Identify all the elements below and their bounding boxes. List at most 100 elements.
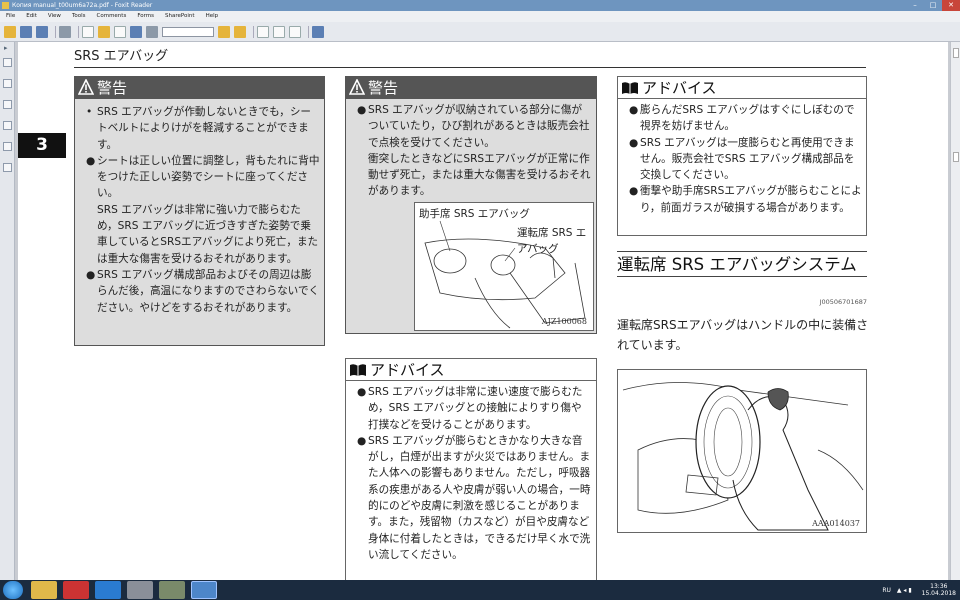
app-icon[interactable] [127,581,153,599]
actual-size-icon[interactable] [289,25,301,38]
open-icon[interactable] [4,25,16,38]
advice-header: アドバイス [618,77,866,99]
menu-forms[interactable]: Forms [137,11,154,22]
toolbar-divider [55,25,56,38]
dashboard-illustration [424,220,586,329]
body-text: 運転席SRSエアバッグはハンドルの中に装備されています。 [617,318,869,352]
snapshot-icon[interactable] [130,25,142,38]
figure-code: AAA014037 [812,519,860,528]
close-button[interactable]: ✕ [942,0,960,11]
warning-item: ● SRS エアバッグが収納されている部分に傷がついていたり，ひび割れがあるときは… [357,104,590,149]
fit-page-icon[interactable] [257,25,269,38]
advice-item: ● SRS エアバッグは一度膨らむと再使用できません。販売会社でSRS エアバッグ… [629,136,855,182]
warning-triangle-icon [349,79,365,95]
advice-title: アドバイス [370,361,445,379]
pages-icon[interactable] [3,79,12,88]
taskbar: RU ▲ ◂ ▮ 13:36 15.04.2018 [0,580,960,600]
window-title: Копия manual_t00um6a72a.pdf - Foxit Read… [12,2,153,9]
app-icon[interactable] [159,581,185,599]
advice-item: ● SRS エアバッグは非常に速い速度で膨らむため，SRS エアバッグとの接触によ… [357,386,583,431]
save-icon[interactable] [20,25,32,38]
driver-airbag-figure: AAA014037 [617,369,867,533]
warning-header: 警告 [75,77,324,99]
driver-airbag-illustration [622,382,864,531]
advice-header: アドバイス [346,359,596,381]
menu-sharepoint[interactable]: SharePoint [165,11,195,22]
scroll-thumb[interactable] [953,152,959,162]
menu-view[interactable]: View [48,11,61,22]
book-icon [622,82,638,94]
warning-title: 警告 [368,79,399,97]
system-tray: RU ▲ ◂ ▮ 13:36 15.04.2018 [876,580,956,600]
scroll-up-button[interactable] [953,48,959,58]
layers-icon[interactable] [3,100,12,109]
ie-icon[interactable] [95,581,121,599]
warning-header: 警告 [346,77,596,99]
advice-box-2: アドバイス ● 膨らんだSRS エアバッグはすぐにしぼむので視界を妨げません。 ●… [617,76,867,236]
minimize-button[interactable]: – [906,0,924,11]
convert-icon[interactable] [312,25,324,38]
warning-item: ● SRS エアバッグ構成部品およびその周辺は膨らんだ後，高温になりますのでさわら… [86,268,320,314]
binoculars-icon[interactable] [146,25,158,38]
menu-help[interactable]: Help [206,11,219,22]
toolbar-divider [253,25,254,38]
language-indicator[interactable]: RU [882,587,891,594]
advice-item: ● 衝撃や助手席SRSエアバッグが膨らむことにより，前面ガラスが破損する場合があり… [629,185,862,214]
warning-item: • SRS エアバッグが作動しないときでも，シートベルトによりけがを軽減することが… [86,106,312,151]
expand-panel-icon[interactable]: ▸ [4,44,13,52]
clock-time: 13:36 [930,583,948,590]
advice-item: ● 膨らんだSRS エアバッグはすぐにしぼむので視界を妨げません。 [629,104,855,133]
hand-tool-icon[interactable] [98,25,110,38]
print-icon[interactable] [59,25,71,38]
clock-date: 15.04.2018 [921,590,956,597]
toolbar-divider [308,25,309,38]
book-icon [350,364,366,376]
select-text-icon[interactable] [114,25,126,38]
menu-tools[interactable]: Tools [72,11,86,22]
clock[interactable]: 13:36 15.04.2018 [922,583,956,597]
title-bar: Копия manual_t00um6a72a.pdf - Foxit Read… [0,0,960,11]
subsection-heading: 運転席 SRS エアバッグシステム [617,251,867,277]
opera-icon[interactable] [63,581,89,599]
menu-comments[interactable]: Comments [97,11,127,22]
warning-triangle-icon [78,79,94,95]
toolbar [0,22,960,42]
figure-code: AJZ100068 [541,317,587,326]
foxit-taskbar-icon[interactable] [191,581,217,599]
menu-bar: File Edit View Tools Comments Forms Shar… [0,11,960,22]
menu-edit[interactable]: Edit [26,11,37,22]
warning-item: ● シートは正しい位置に調整し，背もたれに背中をつけた正しい姿勢でシートに座ってく… [86,154,320,200]
toolbar-divider [78,25,79,38]
advice-item: ● SRS エアバッグが膨らむときかなり大きな音がし，白煙が出ますが火災ではありま… [357,434,591,561]
foxit-reader-window: Копия manual_t00um6a72a.pdf - Foxit Read… [0,0,960,600]
fit-width-icon[interactable] [273,25,285,38]
app-icon [2,2,9,9]
left-navigation-panel: ▸ [0,42,15,580]
passenger-airbag-label: 助手席 SRS エアバッグ [419,208,530,220]
prev-result-icon[interactable] [218,25,230,38]
explorer-icon[interactable] [31,581,57,599]
advice-box-1: アドバイス ● SRS エアバッグは非常に速い速度で膨らむため，SRS エアバッグ… [345,358,597,598]
tray-icons[interactable]: ▲ ◂ ▮ [897,587,912,594]
maximize-button[interactable]: □ [924,0,942,11]
advice-title: アドバイス [642,79,717,97]
section-title: SRS エアバッグ [74,48,866,68]
save-as-icon[interactable] [36,25,48,38]
attachments-icon[interactable] [3,142,12,151]
warning-item-continuation: SRS エアバッグは非常に強い力で膨らむため，SRS エアバッグに近づきすぎた姿… [97,203,319,265]
warning-box-1: 警告 • SRS エアバッグが作動しないときでも，シートベルトによりけがを軽減する… [74,76,325,346]
search-input[interactable] [162,26,214,37]
start-button[interactable] [3,581,23,599]
driver-airbag-label: 運転席 SRS エアバッグ [517,227,587,255]
warning-item-continuation: 衝突したときなどにSRSエアバッグが正常に作動せず死亡，または重大な傷害を受ける… [368,152,591,198]
menu-file[interactable]: File [6,11,15,22]
chapter-tab: 3 [18,133,66,158]
page-icon[interactable] [82,25,94,38]
signatures-icon[interactable] [3,163,12,172]
bookmarks-icon[interactable] [3,58,12,67]
vertical-scrollbar[interactable] [950,42,960,580]
airbag-location-figure: 助手席 SRS エアバッグ 運転席 SRS エアバッグ AJZ100068 [414,202,594,331]
next-result-icon[interactable] [234,25,246,38]
section-code: J00506701687 [819,298,867,306]
comments-icon[interactable] [3,121,12,130]
